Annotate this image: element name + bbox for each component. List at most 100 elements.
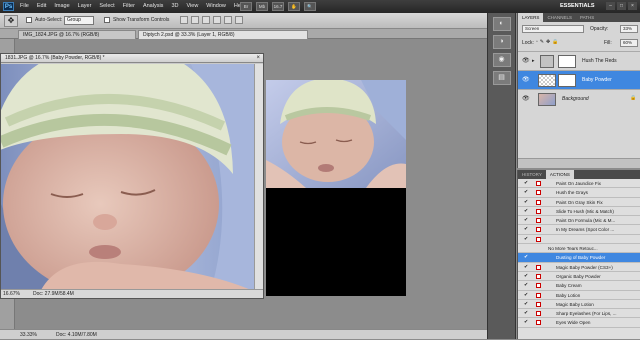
menu-view[interactable]: View xyxy=(186,3,198,9)
layer-name: Background xyxy=(562,96,589,102)
tab-img-1824[interactable]: IMG_1824.JPG @ 16.7% (RGB/8) xyxy=(18,30,136,39)
tab-channels[interactable]: CHANNELS xyxy=(543,13,576,22)
menu-window[interactable]: Window xyxy=(206,3,226,9)
menu-image[interactable]: Image xyxy=(54,3,69,9)
menu-bar: File Edit Image Layer Select Filter Anal… xyxy=(20,3,245,9)
color-panel-icon[interactable]: ◐ xyxy=(492,17,511,31)
minibridge-button[interactable]: Mb xyxy=(256,2,268,11)
layer-mask-thumbnail[interactable] xyxy=(558,74,576,87)
layers-footer-buttons xyxy=(518,158,640,168)
tab-diptych[interactable]: Diptych 2.psd @ 33.3% (Layer 1, RGB/8) xyxy=(138,30,308,39)
action-item[interactable]: ✔ Magic Baby Powder (CS3+) xyxy=(518,263,640,272)
visibility-eye-icon[interactable]: 👁 xyxy=(522,95,530,103)
layers-panel: LAYERS CHANNELS PATHS Screen Opacity: 33… xyxy=(517,13,640,168)
menu-layer[interactable]: Layer xyxy=(78,3,92,9)
action-item[interactable]: ✔ xyxy=(518,235,640,245)
adjustments-panel-icon[interactable]: ◑ xyxy=(492,35,511,49)
layer-row[interactable]: 👁 Background 🔒 xyxy=(518,89,640,108)
opacity-input[interactable]: 33% xyxy=(620,25,638,33)
align-right-icon[interactable] xyxy=(235,16,243,24)
document-titlebar[interactable]: 1831.JPG @ 16.7% (Baby Powder, RGB/8) * … xyxy=(1,54,263,63)
align-center-icon[interactable] xyxy=(224,16,232,24)
document-window: 1831.JPG @ 16.7% (Baby Powder, RGB/8) * … xyxy=(0,53,264,299)
zoom-level-select[interactable]: 16.7 xyxy=(272,2,284,11)
close-icon[interactable]: × xyxy=(628,2,637,10)
layer-thumbnail[interactable] xyxy=(538,74,556,87)
document-zoom[interactable]: 16.67% xyxy=(3,290,20,299)
tab-actions[interactable]: ACTIONS xyxy=(545,170,574,179)
document-close-icon[interactable]: × xyxy=(256,54,260,63)
auto-select-dropdown[interactable]: Group xyxy=(64,16,94,25)
menu-analysis[interactable]: Analysis xyxy=(143,3,163,9)
document-tabs: IMG_1824.JPG @ 16.7% (RGB/8) Diptych 2.p… xyxy=(0,29,487,39)
panel-dock: ◐ ◑ ◉ ▤ xyxy=(487,13,516,339)
layers-panel-tabs: LAYERS CHANNELS PATHS xyxy=(518,13,640,22)
document-status-bar: 16.67% Doc: 27.9M/58.4M xyxy=(1,289,263,298)
maximize-icon[interactable]: □ xyxy=(617,2,626,10)
layer-thumbnail[interactable] xyxy=(538,93,556,106)
align-middle-icon[interactable] xyxy=(191,16,199,24)
menu-select[interactable]: Select xyxy=(99,3,114,9)
auto-select-checkbox[interactable] xyxy=(26,17,32,23)
layer-mask-thumbnail[interactable] xyxy=(558,55,576,68)
align-left-icon[interactable] xyxy=(213,16,221,24)
menu-file[interactable]: File xyxy=(20,3,29,9)
action-item[interactable]: ✔ Paint On Gray Skin Fix xyxy=(518,198,640,207)
menu-filter[interactable]: Filter xyxy=(123,3,135,9)
visibility-eye-icon[interactable]: 👁 xyxy=(522,76,530,84)
document-size: Doc: 27.9M/58.4M xyxy=(33,291,74,297)
action-item[interactable]: ✔ Baby Cream xyxy=(518,281,640,291)
opacity-label: Opacity: xyxy=(590,26,609,32)
align-bottom-icon[interactable] xyxy=(202,16,210,24)
layer-name: Hush The Reds xyxy=(582,58,617,64)
action-item[interactable]: ✔ Paint On Formula (Mic & M... xyxy=(518,216,640,226)
vertical-scrollbar[interactable] xyxy=(254,64,263,290)
zoom-icon[interactable]: 🔍 xyxy=(304,2,316,11)
group-arrow-icon[interactable]: ▸ xyxy=(532,58,535,64)
layer-name: Baby Powder xyxy=(582,77,612,83)
bridge-button[interactable]: Br xyxy=(240,2,252,11)
lock-icon: 🔒 xyxy=(630,95,637,101)
action-item-selected[interactable]: ✔ Dusting of Baby Powder xyxy=(518,253,640,263)
masks-panel-icon[interactable]: ◉ xyxy=(492,53,511,67)
folder-icon xyxy=(540,55,554,68)
move-tool-icon[interactable]: ✥ xyxy=(4,15,18,27)
tab-layers[interactable]: LAYERS xyxy=(518,13,544,22)
action-item[interactable]: ✔ Eyes Wide Open xyxy=(518,318,640,328)
options-bar: ✥ Auto-Select: Group Show Transform Cont… xyxy=(0,13,487,29)
lock-icons[interactable]: ▫✎✥🔒 xyxy=(536,39,560,45)
menu-3d[interactable]: 3D xyxy=(171,3,178,9)
layers-panel-icon[interactable]: ▤ xyxy=(492,71,511,85)
transform-controls-checkbox[interactable] xyxy=(104,17,110,23)
action-item[interactable]: No More Tears Retouc... xyxy=(518,244,640,254)
action-item[interactable]: ✔ In My Dreams (Spot Color ... xyxy=(518,225,640,235)
app-bar-tools: Br Mb 16.7 ✋ 🔍 xyxy=(240,2,316,11)
baby-photo-canvas[interactable] xyxy=(1,64,255,290)
action-item[interactable]: ✔ Slide To Hush (Mic & Match) xyxy=(518,207,640,217)
layer-row[interactable]: 👁 ▸ Hush The Reds xyxy=(518,51,640,70)
align-top-icon[interactable] xyxy=(180,16,188,24)
minimize-icon[interactable]: – xyxy=(606,2,615,10)
fill-input[interactable]: 60% xyxy=(620,39,638,47)
align-buttons xyxy=(180,16,243,24)
action-item[interactable]: ✔ Organic Baby Powder xyxy=(518,272,640,282)
hand-icon[interactable]: ✋ xyxy=(288,2,300,11)
diptych-canvas[interactable] xyxy=(266,78,406,296)
action-item[interactable]: ✔ Hush the Grays xyxy=(518,188,640,198)
actions-panel-tabs: HISTORY ACTIONS xyxy=(518,170,640,179)
action-item[interactable]: ✔ Sharp Eyelashes (For Lips, ... xyxy=(518,309,640,319)
menu-edit[interactable]: Edit xyxy=(37,3,46,9)
action-item[interactable]: ✔ Magic Baby Lotion xyxy=(518,300,640,310)
blend-mode-select[interactable]: Screen xyxy=(522,25,584,33)
workspace-switcher[interactable]: ESSENTIALS xyxy=(560,3,595,9)
diptych-photo xyxy=(266,78,406,188)
auto-select-label: Auto-Select: xyxy=(35,17,63,23)
tab-history[interactable]: HISTORY xyxy=(518,170,546,179)
layer-row[interactable]: 👁 Baby Powder xyxy=(518,70,640,89)
action-item[interactable]: ✔ Paint On Jaundice Fix xyxy=(518,179,640,189)
tab-paths[interactable]: PATHS xyxy=(576,13,598,22)
title-bar: Ps File Edit Image Layer Select Filter A… xyxy=(0,0,640,13)
status-bar: 33.33% Doc: 4.10M/7.80M xyxy=(0,329,487,339)
action-item[interactable]: ✔ Baby Lotion xyxy=(518,291,640,300)
visibility-eye-icon[interactable]: 👁 xyxy=(522,57,530,65)
